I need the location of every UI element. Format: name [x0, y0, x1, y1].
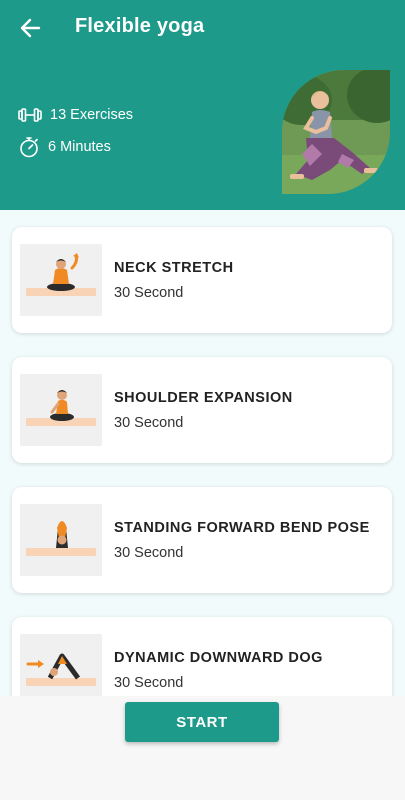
page-title: Flexible yoga — [75, 15, 205, 37]
exercise-name: DYNAMIC DOWNWARD DOG — [114, 650, 323, 666]
exercise-card[interactable]: SHOULDER EXPANSION 30 Second — [12, 357, 392, 463]
exercises-count: 13 Exercises — [50, 107, 134, 123]
back-button[interactable] — [16, 14, 44, 42]
exercise-thumbnail — [20, 244, 102, 316]
exercise-name: SHOULDER EXPANSION — [114, 390, 293, 406]
exercise-list[interactable]: NECK STRETCH 30 Second SHOULDER EXPANSIO… — [0, 210, 405, 696]
start-button[interactable]: START — [125, 702, 279, 742]
duration-row: 6 Minutes — [18, 136, 111, 158]
exercise-card[interactable]: DYNAMIC DOWNWARD DOG 30 Second — [12, 617, 392, 696]
header: Flexible yoga 13 Exercises 6 Minutes — [0, 0, 405, 210]
exercise-card[interactable]: STANDING FORWARD BEND POSE 30 Second — [12, 487, 392, 593]
exercise-duration: 30 Second — [114, 415, 184, 431]
arrow-left-icon — [20, 18, 41, 38]
exercise-thumbnail — [20, 504, 102, 576]
total-duration: 6 Minutes — [48, 139, 111, 155]
exercise-name: STANDING FORWARD BEND POSE — [114, 520, 370, 536]
footer: START — [0, 696, 405, 800]
dumbbell-icon — [18, 108, 42, 122]
exercise-duration: 30 Second — [114, 675, 184, 691]
exercise-name: NECK STRETCH — [114, 260, 234, 276]
exercise-duration: 30 Second — [114, 285, 184, 301]
stopwatch-icon — [20, 137, 38, 158]
exercise-thumbnail — [20, 634, 102, 696]
exercise-duration: 30 Second — [114, 545, 184, 561]
exercises-count-row: 13 Exercises — [18, 106, 133, 124]
exercise-thumbnail — [20, 374, 102, 446]
hero-photo — [282, 70, 390, 194]
exercise-card[interactable]: NECK STRETCH 30 Second — [12, 227, 392, 333]
